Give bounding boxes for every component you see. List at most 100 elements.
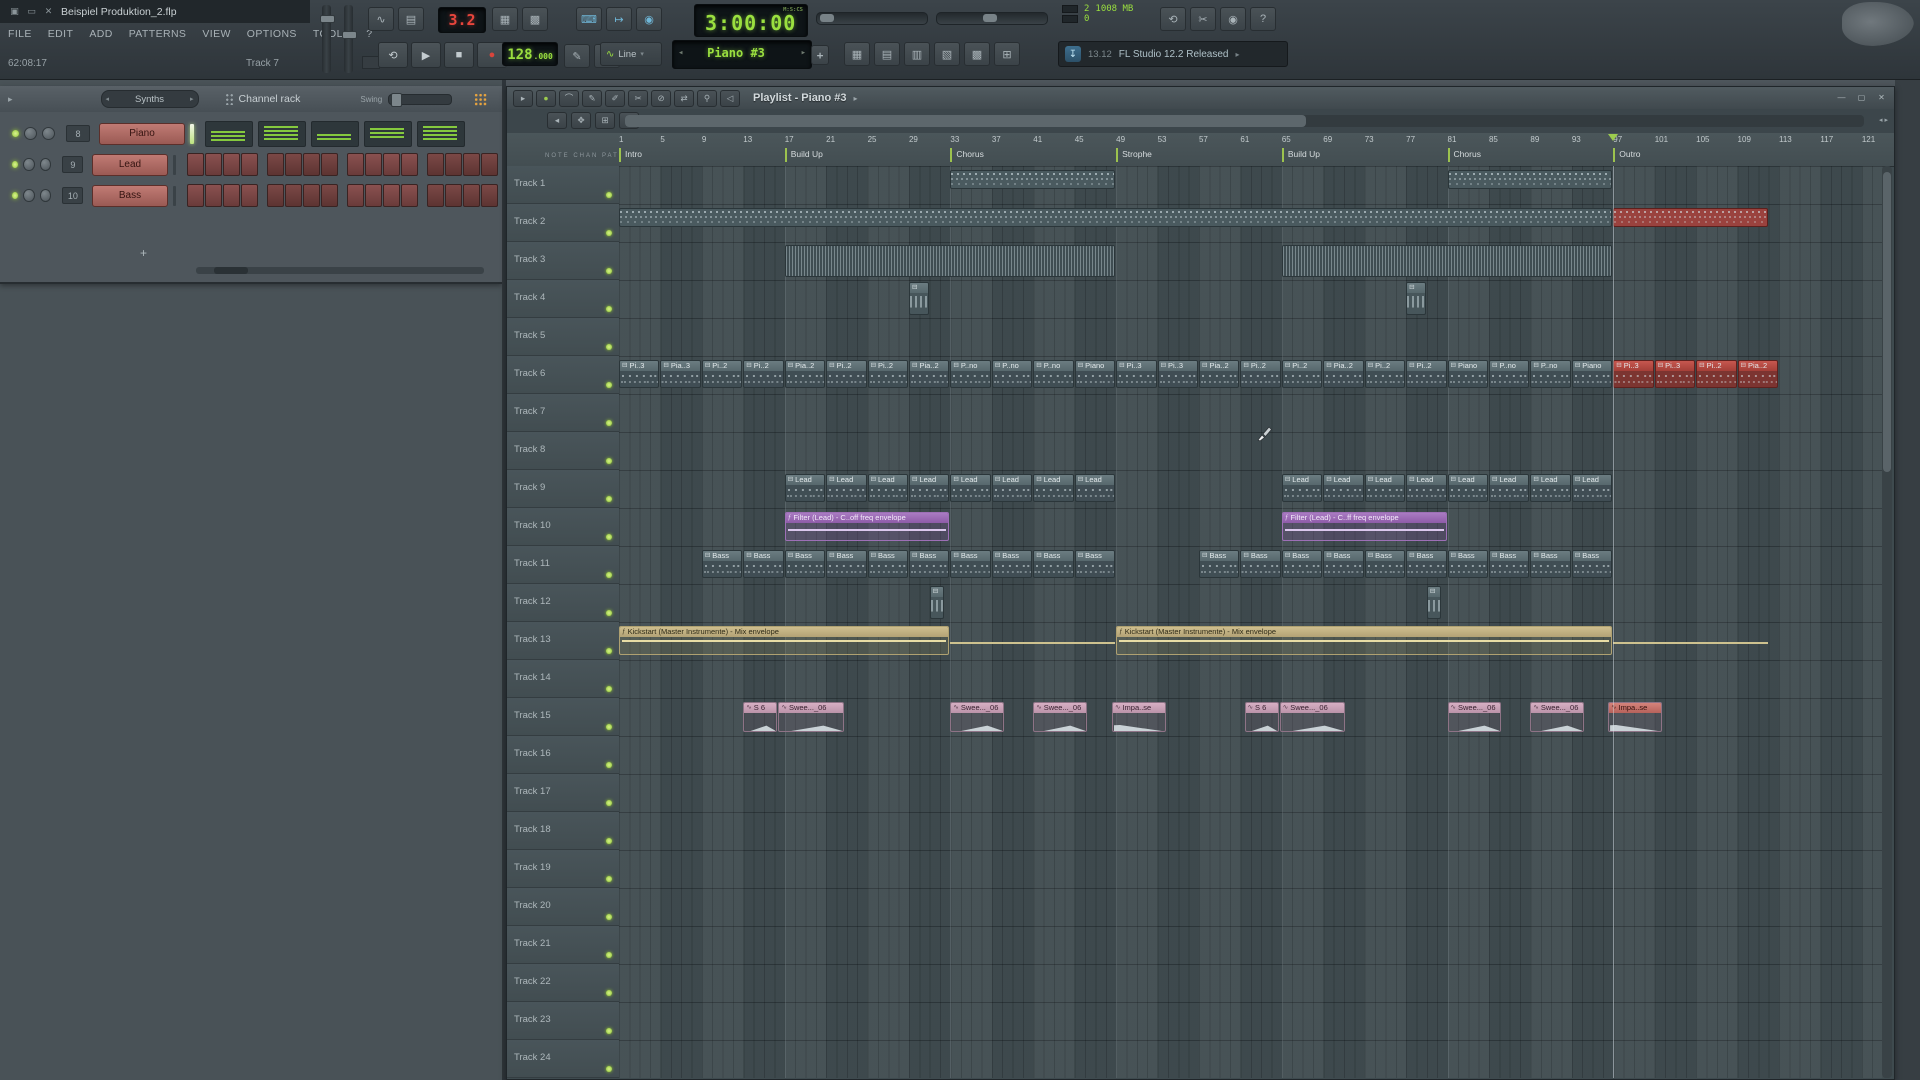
track-header-3[interactable]: Track 3	[507, 242, 619, 280]
track-header-12[interactable]: Track 12	[507, 584, 619, 622]
clip-swee-06[interactable]: ∿ Swee..._06	[778, 702, 844, 732]
track-led[interactable]	[606, 230, 612, 236]
pattern-preview-cell[interactable]	[205, 120, 253, 147]
step-button[interactable]	[187, 184, 205, 207]
track-header-7[interactable]: Track 7	[507, 394, 619, 432]
step-edit-icon[interactable]: ✎	[564, 44, 590, 68]
playhead-marker[interactable]	[1608, 134, 1619, 141]
clip-pi-2[interactable]: ⊟ Pi..2	[1240, 360, 1281, 388]
track-header-24[interactable]: Track 24	[507, 1040, 619, 1078]
app-icon[interactable]: ▣	[8, 5, 21, 18]
track-header-20[interactable]: Track 20	[507, 888, 619, 926]
step-button[interactable]	[365, 184, 383, 207]
track-header-1[interactable]: Track 1	[507, 166, 619, 204]
clip-bass[interactable]: ⊟ Bass	[1488, 550, 1530, 578]
clip-envline[interactable]	[950, 626, 1116, 655]
collapse-arrow-icon[interactable]: ▸	[8, 94, 13, 105]
clip-piano[interactable]: ⊟ Piano	[1447, 360, 1488, 388]
track-led[interactable]	[606, 344, 612, 350]
section-marker-strophe[interactable]: Strophe	[1116, 148, 1152, 162]
clip-pi-2[interactable]: ⊟ Pi..2	[1364, 360, 1406, 388]
channel-rack-scrollbar[interactable]	[196, 267, 484, 274]
step-button[interactable]	[401, 153, 419, 176]
multilink-icon[interactable]: ◉	[636, 7, 662, 31]
clip-pi-2[interactable]: ⊟ Pi..2	[867, 360, 908, 388]
track-led[interactable]	[606, 914, 612, 920]
channel-button-bass[interactable]: Bass	[92, 184, 168, 207]
step-button[interactable]	[321, 153, 339, 176]
mute-icon[interactable]: ⊘	[651, 89, 671, 107]
piano-roll-view-icon[interactable]: ▥	[904, 42, 930, 66]
clip-p-no[interactable]: ⊟ P..no	[950, 360, 991, 388]
section-marker-outro[interactable]: Outro	[1613, 148, 1641, 162]
clip-bass[interactable]: ⊟ Bass	[784, 550, 826, 578]
channel-enable-led[interactable]	[12, 161, 19, 168]
clip-kickstart-master-instrumente-mix-envelope[interactable]: ƒ Kickstart (Master Instrumente) - Mix en…	[619, 626, 950, 655]
clip-s-6[interactable]: ∿ S 6	[1244, 702, 1279, 732]
clip-pi-3[interactable]: ⊟ Pi..3	[619, 360, 660, 388]
track-header-13[interactable]: Track 13	[507, 622, 619, 660]
clip-bass[interactable]: ⊟ Bass	[826, 550, 867, 578]
step-button[interactable]	[365, 153, 383, 176]
clip-swee-06[interactable]: ∿ Swee..._06	[950, 702, 1005, 732]
clip-bass[interactable]: ⊟ Bass	[743, 550, 784, 578]
plugin-picker-icon[interactable]: ⊞	[994, 42, 1020, 66]
step-button[interactable]	[463, 184, 481, 207]
scroll-left-icon[interactable]: ◂	[1879, 116, 1883, 124]
step-button[interactable]	[223, 153, 241, 176]
clip-lead[interactable]: ⊟ Lead	[1364, 474, 1406, 502]
track-header-8[interactable]: Track 8	[507, 432, 619, 470]
zoom-icon[interactable]: ⚲	[697, 89, 717, 107]
step-button[interactable]	[321, 184, 339, 207]
clip-swee-06[interactable]: ∿ Swee..._06	[1530, 702, 1585, 732]
clip-pi-3[interactable]: ⊟ Pi..3	[1613, 360, 1654, 388]
detach-icon[interactable]: ▭	[25, 5, 38, 18]
clip-bass[interactable]: ⊟ Bass	[1447, 550, 1488, 578]
clip-pi-2[interactable]: ⊟ Pi..2	[1406, 360, 1447, 388]
clip-pia-2[interactable]: ⊟ Pia..2	[784, 360, 826, 388]
clip-lead[interactable]: ⊟ Lead	[1488, 474, 1530, 502]
step-button[interactable]	[241, 184, 259, 207]
step-button[interactable]	[481, 153, 499, 176]
channel-volume-knob[interactable]	[39, 189, 52, 202]
clip-pia-2[interactable]: ⊟ Pia..2	[908, 360, 950, 388]
step-button[interactable]	[445, 184, 463, 207]
section-marker-chorus[interactable]: Chorus	[1447, 148, 1481, 162]
clip-bass[interactable]: ⊟ Bass	[908, 550, 950, 578]
clip-swee-06[interactable]: ∿ Swee..._06	[1447, 702, 1502, 732]
track-led[interactable]	[606, 686, 612, 692]
clip-mini[interactable]	[1613, 208, 1768, 227]
track-header-15[interactable]: Track 15	[507, 698, 619, 736]
track-led[interactable]	[606, 800, 612, 806]
track-led[interactable]	[606, 724, 612, 730]
track-header-4[interactable]: Track 4	[507, 280, 619, 318]
track-led[interactable]	[606, 382, 612, 388]
move-icon[interactable]: ✥	[571, 112, 591, 129]
clip-bass[interactable]: ⊟ Bass	[1571, 550, 1613, 578]
clip-mini[interactable]	[950, 170, 1116, 189]
clip-envline[interactable]	[1613, 626, 1768, 655]
close-icon[interactable]: ✕	[1874, 91, 1889, 103]
shuffle-slider[interactable]	[816, 12, 928, 25]
clip-pi-2[interactable]: ⊟ Pi..2	[743, 360, 784, 388]
draw-icon[interactable]: ✎	[582, 89, 602, 107]
track-led[interactable]	[606, 534, 612, 540]
step-button[interactable]	[285, 153, 303, 176]
pitch-slider[interactable]	[936, 12, 1048, 25]
track-led[interactable]	[606, 306, 612, 312]
group-prev-icon[interactable]: ◂	[106, 95, 110, 103]
step-button[interactable]	[347, 153, 365, 176]
clip-pia-3[interactable]: ⊟ Pia..3	[660, 360, 701, 388]
step-button[interactable]	[463, 153, 481, 176]
horizontal-scrollbar[interactable]	[625, 115, 1864, 127]
clip-p-no[interactable]: ⊟ P..no	[1033, 360, 1074, 388]
channel-pan-knob[interactable]	[23, 158, 35, 171]
section-marker-intro[interactable]: Intro	[619, 148, 642, 162]
step-button[interactable]	[347, 184, 365, 207]
clip-dense[interactable]	[784, 245, 1116, 277]
track-header-14[interactable]: Track 14	[507, 660, 619, 698]
clip-p-no[interactable]: ⊟ P..no	[991, 360, 1033, 388]
pattern-prev-icon[interactable]: ◂	[678, 48, 683, 58]
channel-volume-knob[interactable]	[39, 158, 52, 171]
track-led[interactable]	[606, 192, 612, 198]
